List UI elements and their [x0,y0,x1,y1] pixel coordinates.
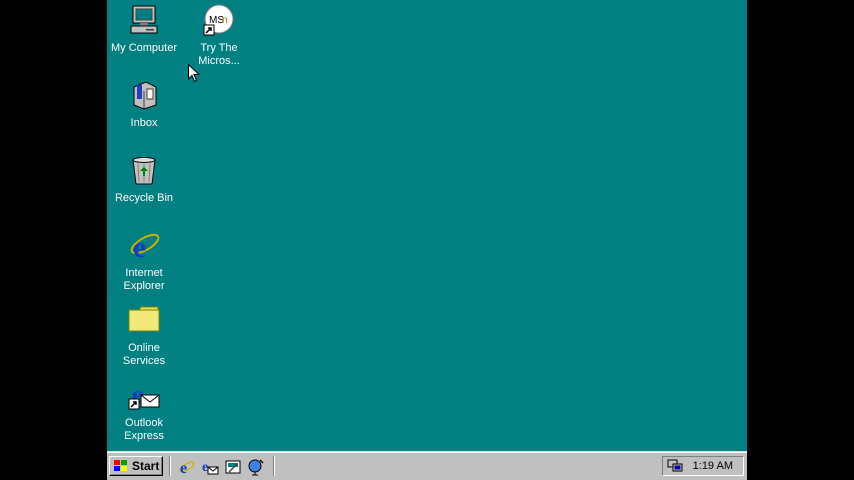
desktop-icon-my-computer[interactable]: My Computer [107,4,182,55]
my-computer-icon [128,4,160,36]
system-tray: 1:19 AM [662,456,744,476]
quicklaunch-channels-icon[interactable] [247,458,265,476]
inbox-icon [128,79,160,111]
desktop-icon-recycle-bin[interactable]: Recycle Bin [107,154,182,205]
svg-text:e: e [202,460,208,475]
mouse-pointer-icon [188,63,201,83]
taskbar: Start e e 1:19 AM [107,451,747,480]
start-button[interactable]: Start [109,456,163,476]
network-icon[interactable] [667,459,683,473]
desktop-icon-try-msn[interactable]: MS n Try The Micros... [181,4,257,68]
desktop-icon-label: Inbox [130,117,158,129]
outlook-express-icon: e [128,379,160,411]
desktop: My Computer MS n Try The Micros... Inbox [107,0,747,480]
svg-text:e: e [180,460,187,476]
desktop-icon-outlook-express[interactable]: e Outlook Express [107,379,182,443]
internet-explorer-icon: e [128,229,160,264]
start-label: Start [132,459,160,473]
folder-icon [128,304,160,336]
quicklaunch-internet-explorer-icon[interactable]: e [178,458,196,477]
desktop-icon-label: My Computer [110,42,178,54]
recycle-bin-icon [128,154,160,186]
desktop-icon-internet-explorer[interactable]: e Internet Explorer [107,229,182,293]
desktop-icon-label: Recycle Bin [114,192,174,204]
windows-logo-icon [113,459,129,473]
svg-text:e: e [133,231,146,261]
desktop-icon-label: Online Services [122,342,166,367]
quicklaunch-outlook-express-icon[interactable]: e [201,458,219,476]
msn-icon: MS n [203,4,235,36]
clock[interactable]: 1:19 AM [693,460,733,472]
taskbar-separator [169,456,171,476]
taskbar-separator [273,456,275,476]
desktop-icon-inbox[interactable]: Inbox [107,79,182,130]
desktop-icon-label: Outlook Express [124,417,164,442]
svg-text:n: n [222,15,228,26]
quicklaunch-show-desktop-icon[interactable] [224,458,242,476]
desktop-icon-label: Internet Explorer [123,267,165,292]
desktop-icon-online-services[interactable]: Online Services [107,304,182,368]
